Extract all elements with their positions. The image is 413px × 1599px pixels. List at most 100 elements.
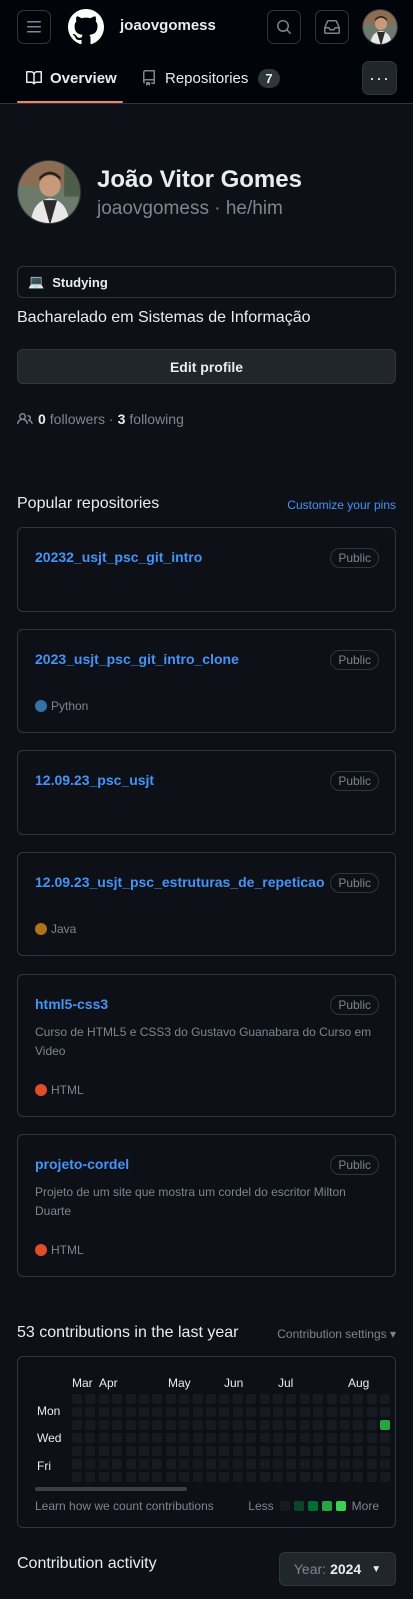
contribution-cell[interactable] <box>299 1394 310 1404</box>
contribution-cell[interactable] <box>299 1420 310 1430</box>
contribution-cell[interactable] <box>219 1394 230 1404</box>
contribution-cell[interactable] <box>353 1433 364 1443</box>
contribution-cell[interactable] <box>139 1407 149 1417</box>
contribution-cell[interactable] <box>85 1394 96 1404</box>
year-select-button[interactable]: Year: 2024 ▼ <box>279 1552 396 1586</box>
contribution-cell[interactable] <box>192 1459 203 1469</box>
contribution-cell[interactable] <box>313 1446 324 1456</box>
contribution-cell[interactable] <box>206 1407 216 1417</box>
contribution-cell[interactable] <box>98 1394 109 1404</box>
contribution-cell[interactable] <box>179 1420 190 1430</box>
contribution-cell[interactable] <box>232 1472 243 1482</box>
edit-profile-button[interactable]: Edit profile <box>17 349 396 384</box>
contribution-cell[interactable] <box>98 1420 109 1430</box>
learn-contributions-link[interactable]: Learn how we count contributions <box>35 1499 214 1513</box>
contribution-cell[interactable] <box>85 1446 96 1456</box>
contribution-cell[interactable] <box>353 1446 364 1456</box>
contribution-cell[interactable] <box>286 1446 297 1456</box>
contribution-cell[interactable] <box>192 1420 203 1430</box>
contribution-cell[interactable] <box>326 1459 337 1469</box>
contribution-cell[interactable] <box>72 1420 82 1430</box>
contribution-cell[interactable] <box>273 1433 283 1443</box>
contribution-cell[interactable] <box>286 1407 297 1417</box>
contribution-cell[interactable] <box>313 1394 324 1404</box>
contribution-cell[interactable] <box>340 1407 350 1417</box>
contribution-cell[interactable] <box>313 1433 324 1443</box>
contribution-cell[interactable] <box>192 1433 203 1443</box>
contribution-cell[interactable] <box>85 1472 96 1482</box>
tab-repositories[interactable]: Repositories 7 <box>141 66 280 90</box>
contribution-cell[interactable] <box>380 1446 391 1456</box>
contribution-cell[interactable] <box>273 1446 283 1456</box>
contribution-cell[interactable] <box>286 1472 297 1482</box>
tab-overview[interactable]: Overview <box>26 66 117 90</box>
menu-button[interactable] <box>17 10 51 44</box>
contribution-cell[interactable] <box>165 1459 176 1469</box>
contribution-cell[interactable] <box>326 1446 337 1456</box>
header-username[interactable]: joaovgomess <box>120 17 216 34</box>
contribution-cell[interactable] <box>72 1472 82 1482</box>
contribution-cell[interactable] <box>340 1433 350 1443</box>
contribution-cell[interactable] <box>219 1420 230 1430</box>
contribution-cell[interactable] <box>299 1433 310 1443</box>
contribution-cell[interactable] <box>380 1433 391 1443</box>
contribution-cell[interactable] <box>112 1433 123 1443</box>
contribution-cell[interactable] <box>152 1472 163 1482</box>
contribution-cell[interactable] <box>125 1407 136 1417</box>
contribution-cell[interactable] <box>179 1459 190 1469</box>
contribution-cell[interactable] <box>380 1420 391 1430</box>
contribution-cell[interactable] <box>326 1394 337 1404</box>
contribution-cell[interactable] <box>192 1472 203 1482</box>
contribution-cell[interactable] <box>259 1433 270 1443</box>
contribution-cell[interactable] <box>72 1407 82 1417</box>
contribution-cell[interactable] <box>326 1433 337 1443</box>
contribution-cell[interactable] <box>273 1420 283 1430</box>
following-link[interactable]: following <box>129 411 183 427</box>
contribution-cell[interactable] <box>366 1433 377 1443</box>
contribution-cell[interactable] <box>326 1420 337 1430</box>
contribution-cell[interactable] <box>125 1446 136 1456</box>
contribution-cell[interactable] <box>286 1420 297 1430</box>
contribution-cell[interactable] <box>366 1472 377 1482</box>
contribution-cell[interactable] <box>152 1446 163 1456</box>
contribution-cell[interactable] <box>112 1446 123 1456</box>
status-box[interactable]: 💻 Studying <box>17 266 396 298</box>
contribution-cell[interactable] <box>192 1446 203 1456</box>
contribution-cell[interactable] <box>353 1459 364 1469</box>
contribution-cell[interactable] <box>152 1407 163 1417</box>
contribution-cell[interactable] <box>98 1433 109 1443</box>
contribution-cell[interactable] <box>139 1446 149 1456</box>
contribution-cell[interactable] <box>112 1394 123 1404</box>
contribution-cell[interactable] <box>286 1394 297 1404</box>
contribution-cell[interactable] <box>259 1459 270 1469</box>
contribution-cell[interactable] <box>246 1433 257 1443</box>
contribution-cell[interactable] <box>85 1407 96 1417</box>
contribution-settings-dropdown[interactable]: Contribution settings ▾ <box>277 1327 396 1341</box>
contribution-cell[interactable] <box>313 1459 324 1469</box>
contribution-cell[interactable] <box>125 1394 136 1404</box>
contribution-cell[interactable] <box>152 1459 163 1469</box>
contribution-cell[interactable] <box>152 1433 163 1443</box>
contribution-cell[interactable] <box>206 1394 216 1404</box>
contribution-cell[interactable] <box>313 1407 324 1417</box>
contribution-cell[interactable] <box>246 1394 257 1404</box>
contribution-cell[interactable] <box>219 1446 230 1456</box>
contribution-cell[interactable] <box>165 1420 176 1430</box>
contribution-cell[interactable] <box>232 1394 243 1404</box>
graph-scrollbar[interactable] <box>35 1487 187 1491</box>
contribution-cell[interactable] <box>259 1446 270 1456</box>
contribution-cell[interactable] <box>98 1459 109 1469</box>
contribution-cell[interactable] <box>380 1472 391 1482</box>
contribution-cell[interactable] <box>340 1420 350 1430</box>
contribution-cell[interactable] <box>340 1459 350 1469</box>
contribution-cell[interactable] <box>273 1407 283 1417</box>
contribution-cell[interactable] <box>232 1407 243 1417</box>
contribution-cell[interactable] <box>366 1407 377 1417</box>
contribution-cell[interactable] <box>125 1420 136 1430</box>
contribution-cell[interactable] <box>380 1407 391 1417</box>
followers-count[interactable]: 0 <box>38 411 46 427</box>
contribution-cell[interactable] <box>98 1446 109 1456</box>
inbox-button[interactable] <box>315 10 349 44</box>
contribution-cell[interactable] <box>353 1407 364 1417</box>
contribution-cell[interactable] <box>179 1407 190 1417</box>
